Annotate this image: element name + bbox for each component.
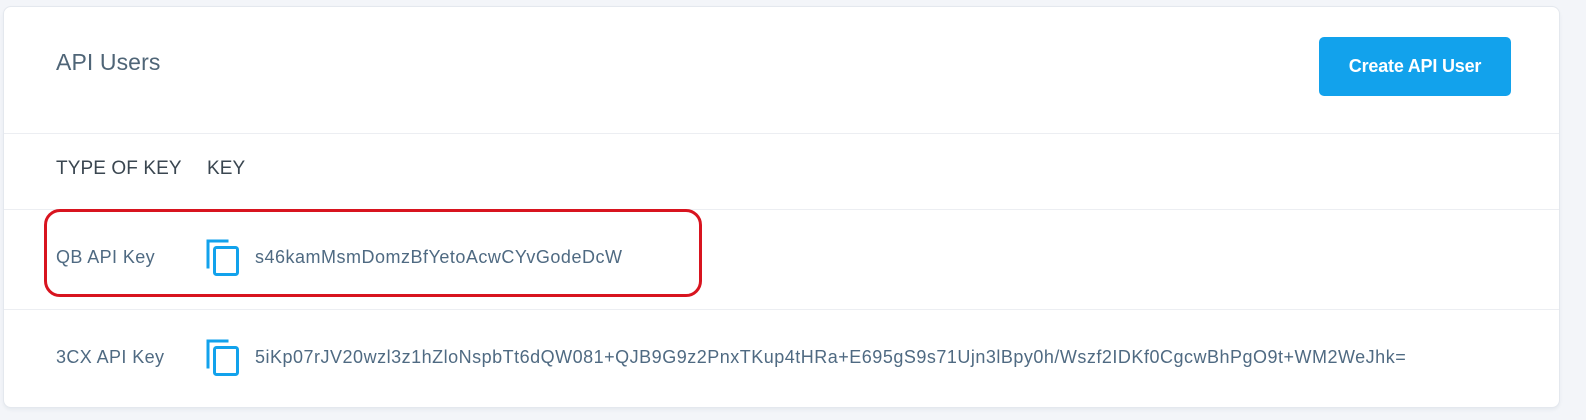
api-key-value: 5iKp07rJV20wzl3z1hZloNspbTt6dQW081+QJB9G… (255, 347, 1407, 367)
table-row: 3CX API Key 5iKp07rJV20wzl3z1hZloNspbTt6… (4, 309, 1559, 409)
api-users-panel: API Users Create API User TYPE OF KEY KE… (3, 6, 1560, 408)
header-divider (4, 133, 1559, 134)
api-key-value: s46kamMsmDomzBfYetoAcwCYvGodeDcW (255, 247, 623, 267)
copy-icon[interactable] (205, 237, 241, 277)
key-type-label: 3CX API Key (56, 347, 165, 367)
panel-header: API Users Create API User (4, 7, 1559, 133)
table-row: QB API Key s46kamMsmDomzBfYetoAcwCYvGode… (4, 209, 1559, 309)
column-header-type-of-key: TYPE OF KEY (56, 158, 182, 179)
copy-icon[interactable] (205, 337, 241, 377)
page-title: API Users (56, 49, 161, 75)
key-type-label: QB API Key (56, 247, 156, 267)
column-header-key: KEY (207, 158, 246, 179)
create-api-user-button[interactable]: Create API User (1319, 37, 1511, 96)
